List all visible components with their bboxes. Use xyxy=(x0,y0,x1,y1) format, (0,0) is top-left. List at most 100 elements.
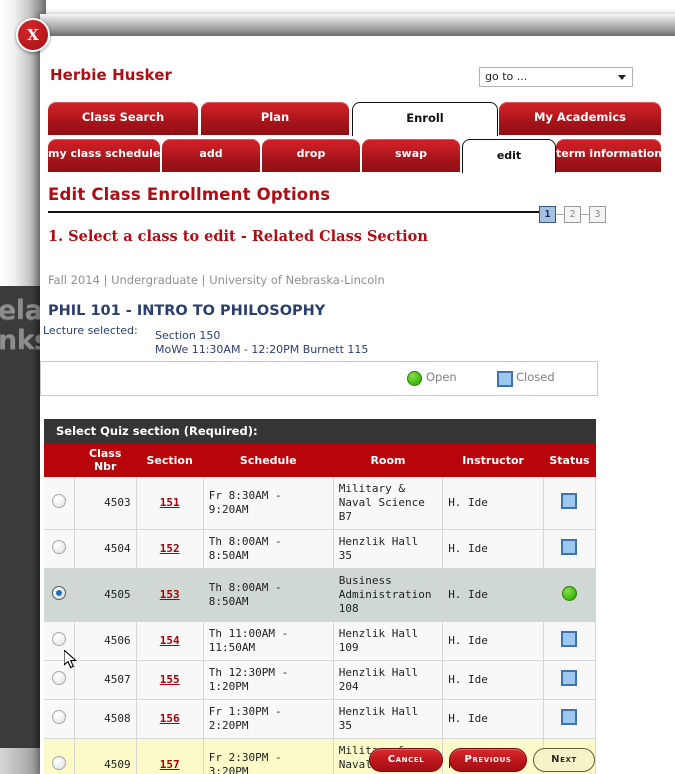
row-select-cell[interactable] xyxy=(44,660,75,700)
table-row[interactable]: 4506 154 Th 11:00AM - 11:50AM Henzlik Hall … xyxy=(44,621,597,661)
section-radio-button[interactable] xyxy=(51,671,66,685)
step-connector xyxy=(556,214,564,215)
course-title: PHIL 101 - INTRO TO PHILOSOPHY xyxy=(48,303,326,319)
closed-status-icon xyxy=(561,670,578,686)
step-3[interactable]: 3 xyxy=(589,206,606,223)
cell-schedule: Th 8:00AM - 8:50AM xyxy=(203,529,334,569)
previous-button[interactable]: Previous xyxy=(449,748,527,772)
cell-schedule: Fr 1:30PM - 2:20PM xyxy=(203,699,334,739)
subtab-term-information[interactable]: term information xyxy=(556,139,661,172)
col-instructor: Instructor xyxy=(442,443,544,477)
subtab-add[interactable]: add xyxy=(162,139,260,172)
open-status-icon xyxy=(407,371,422,386)
goto-dropdown-value: go to ... xyxy=(485,70,528,83)
screen-root: ela nks Herbie Husker go to ... Class Se… xyxy=(0,0,675,774)
step-2[interactable]: 2 xyxy=(564,206,581,223)
cell-status xyxy=(543,660,597,700)
step-1[interactable]: 1 xyxy=(539,206,556,223)
closed-status-icon xyxy=(561,709,578,725)
quiz-section-table: Select Quiz section (Required): Class Nb… xyxy=(44,419,597,774)
cell-section: 151 xyxy=(136,477,204,530)
legend-closed-label: Closed xyxy=(516,370,555,384)
tab-my-academics[interactable]: My Academics xyxy=(499,102,661,135)
cell-class-nbr: 4506 xyxy=(74,621,137,661)
cell-section: 156 xyxy=(136,699,204,739)
section-number-link[interactable]: 154 xyxy=(160,634,180,647)
table-row[interactable]: 4504 152 Th 8:00AM - 8:50AM Henzlik Hall 35… xyxy=(44,529,597,569)
subtab-swap[interactable]: swap xyxy=(362,139,460,172)
table-row[interactable]: 4508 156 Fr 1:30PM - 2:20PM Henzlik Hall 35… xyxy=(44,699,597,739)
quiz-section-header: Select Quiz section (Required): xyxy=(44,419,596,443)
closed-status-icon xyxy=(561,631,578,647)
lecture-section: Section 150 xyxy=(155,329,221,342)
tab-class-search[interactable]: Class Search xyxy=(48,102,198,135)
cell-section: 154 xyxy=(136,621,204,661)
closed-status-icon xyxy=(561,493,578,509)
section-radio-button[interactable] xyxy=(51,586,66,600)
col-class-nbr-line1: Class xyxy=(89,447,122,460)
modal-content: Herbie Husker go to ... Class Search Pla… xyxy=(40,36,675,774)
subtab-drop[interactable]: drop xyxy=(262,139,360,172)
table-row[interactable]: 4503 151 Fr 8:30AM - 9:20AM Military & Nava… xyxy=(44,477,597,530)
section-number-link[interactable]: 153 xyxy=(160,588,180,601)
modal-titlebar xyxy=(40,14,675,36)
section-radio-button[interactable] xyxy=(51,494,66,508)
table-header-row: Class Nbr Section Schedule Room Instruct… xyxy=(44,443,597,477)
section-number-link[interactable]: 152 xyxy=(160,542,180,555)
row-select-cell[interactable] xyxy=(44,477,75,530)
section-number-link[interactable]: 151 xyxy=(160,496,180,509)
table-row[interactable]: 4505 153 Th 8:00AM - 8:50AM Business Admini… xyxy=(44,568,597,622)
cell-instructor: H. Ide xyxy=(442,477,544,530)
tab-enroll[interactable]: Enroll xyxy=(352,102,498,136)
cell-instructor: H. Ide xyxy=(442,621,544,661)
cell-instructor: H. Ide xyxy=(442,660,544,700)
section-number-link[interactable]: 156 xyxy=(160,712,180,725)
cell-room: Henzlik Hall 109 xyxy=(333,621,444,661)
page-gradient-bottom xyxy=(0,748,42,774)
cell-class-nbr: 4504 xyxy=(74,529,137,569)
close-modal-button[interactable]: X xyxy=(16,18,50,52)
cell-room: Military & Naval Science B7 xyxy=(333,477,444,530)
cell-instructor: H. Ide xyxy=(442,699,544,739)
cell-schedule: Fr 8:30AM - 9:20AM xyxy=(203,477,334,530)
cell-schedule: Th 11:00AM - 11:50AM xyxy=(203,621,334,661)
title-divider xyxy=(48,211,556,213)
step-connector xyxy=(581,214,589,215)
enrollment-modal: Herbie Husker go to ... Class Search Pla… xyxy=(40,14,675,774)
row-select-cell[interactable] xyxy=(44,568,75,622)
row-select-cell[interactable] xyxy=(44,621,75,661)
section-radio-button[interactable] xyxy=(51,710,66,724)
cell-room: Henzlik Hall 35 xyxy=(333,529,444,569)
tab-plan[interactable]: Plan xyxy=(201,102,349,135)
cell-status xyxy=(543,568,597,622)
cell-status xyxy=(543,477,597,530)
goto-dropdown[interactable]: go to ... xyxy=(479,67,633,87)
cell-schedule: Th 8:00AM - 8:50AM xyxy=(203,568,334,622)
lecture-selected-info: Section 150 MoWe 11:30AM - 12:20PM Burne… xyxy=(155,329,368,357)
cell-class-nbr: 4507 xyxy=(74,660,137,700)
cell-instructor: H. Ide xyxy=(442,529,544,569)
cell-status xyxy=(543,529,597,569)
subtab-my-class-schedule[interactable]: my class schedule xyxy=(48,139,160,172)
step-heading: 1. Select a class to edit - Related Clas… xyxy=(48,228,428,245)
table-row[interactable]: 4507 155 Th 12:30PM - 1:20PM Henzlik Hall 2… xyxy=(44,660,597,700)
row-select-cell[interactable] xyxy=(44,699,75,739)
section-radio-button[interactable] xyxy=(51,540,66,554)
section-number-link[interactable]: 155 xyxy=(160,673,180,686)
closed-status-icon xyxy=(561,539,578,555)
open-status-icon xyxy=(561,585,577,601)
cell-class-nbr: 4503 xyxy=(74,477,137,530)
section-radio-button[interactable] xyxy=(51,632,66,646)
row-select-cell[interactable] xyxy=(44,529,75,569)
quiz-section-grid: Class Nbr Section Schedule Room Instruct… xyxy=(44,443,597,774)
cell-section: 153 xyxy=(136,568,204,622)
page-title: Edit Class Enrollment Options xyxy=(48,185,331,204)
action-buttons: Cancel Previous Next xyxy=(40,748,596,774)
next-button[interactable]: Next xyxy=(533,748,595,772)
cancel-button[interactable]: Cancel xyxy=(369,748,443,772)
cell-section: 155 xyxy=(136,660,204,700)
subtab-edit[interactable]: edit xyxy=(462,139,556,173)
closed-status-icon xyxy=(497,371,513,387)
table-body: 4503 151 Fr 8:30AM - 9:20AM Military & Nava… xyxy=(44,477,597,774)
cell-instructor: H. Ide xyxy=(442,568,544,622)
